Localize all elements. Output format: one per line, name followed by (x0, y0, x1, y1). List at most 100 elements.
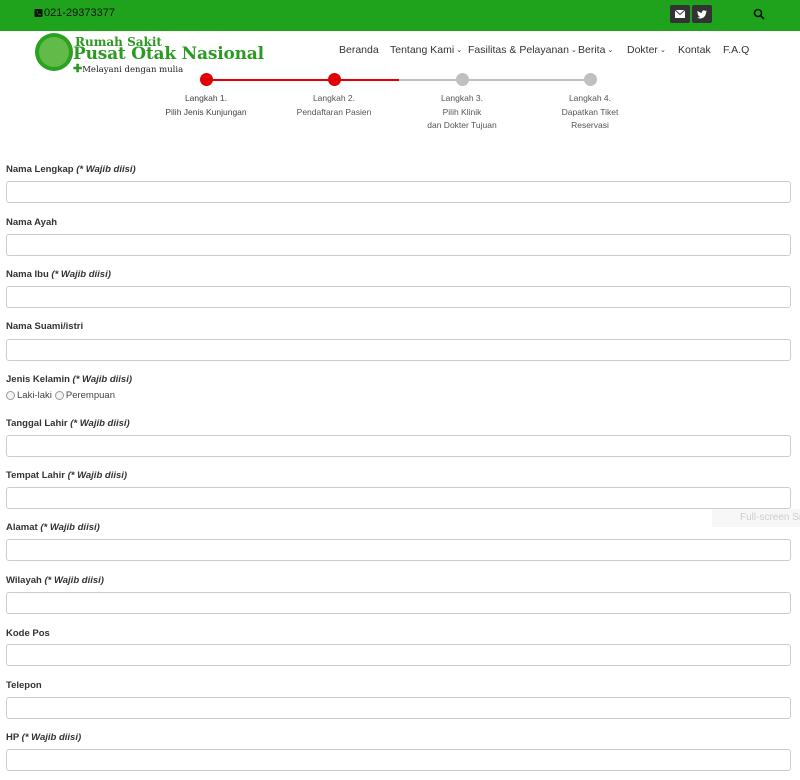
nav-label: Tentang Kami (390, 44, 455, 56)
step-1-desc: Pilih Jenis Kunjungan (165, 106, 247, 117)
radio-circle-icon[interactable] (6, 391, 15, 400)
radio-laki-laki[interactable]: Laki-laki (6, 390, 52, 401)
fullscreen-overlay[interactable]: Full-screen Sn (712, 509, 800, 527)
nav-dokter[interactable]: Dokter ⌄ (627, 44, 666, 56)
telepon-label: Telepon (6, 680, 42, 691)
required-note: (* Wajib diisi) (67, 470, 128, 481)
hp-input[interactable] (6, 749, 791, 771)
tempat-lahir-input[interactable] (6, 487, 791, 509)
required-note: (* Wajib diisi) (21, 732, 82, 743)
nama-ayah-label: Nama Ayah (6, 217, 57, 228)
chevron-down-icon: ⌄ (456, 47, 463, 54)
step-4-title: Langkah 4. (568, 93, 612, 103)
brain-logo-icon (35, 33, 73, 71)
jenis-kelamin-label: Jenis Kelamin (* Wajib diisi) (6, 374, 132, 385)
required-note: (* Wajib diisi) (76, 164, 136, 175)
tempat-lahir-label: Tempat Lahir (* Wajib diisi) (6, 470, 127, 481)
step-3-label: Langkah 3. Pilih Klinik dan Dokter Tujuan (402, 92, 522, 133)
step-4-dot (584, 73, 597, 86)
nav-tentang-kami[interactable]: Tentang Kami ⌄ (390, 44, 462, 56)
label-text: HP (6, 732, 20, 743)
nav-label: Beranda (339, 44, 379, 56)
step-3-desc2: dan Dokter Tujuan (427, 120, 497, 130)
search-icon[interactable] (753, 8, 765, 20)
nav-kontak[interactable]: Kontak (678, 44, 711, 56)
label-text: Tempat Lahir (6, 470, 65, 481)
step-2-desc: Pendaftaran Pasien (296, 106, 372, 117)
tanggal-lahir-input[interactable] (6, 435, 791, 457)
step-2-title: Langkah 2. (312, 93, 356, 103)
nav-berita[interactable]: Berita ⌄ (578, 44, 613, 56)
nama-ibu-label: Nama Ibu (* Wajib diisi) (6, 269, 111, 280)
nama-suami-input[interactable] (6, 339, 791, 361)
label-text: Kode Pos (6, 628, 50, 639)
nama-ibu-input[interactable] (6, 286, 791, 308)
wilayah-input[interactable] (6, 592, 791, 614)
alamat-input[interactable] (6, 539, 791, 561)
step-3-title: Langkah 3. (440, 93, 484, 103)
tagline-text: Melayani dengan mulia (82, 65, 184, 75)
gender-radio-group: Laki-laki Perempuan (6, 390, 118, 401)
nav-label: Dokter (627, 44, 658, 56)
top-bar: 021-29373377 (0, 0, 800, 31)
required-note: (* Wajib diisi) (72, 374, 132, 385)
step-4-desc: Dapatkan Tiket (561, 106, 619, 117)
label-text: Nama Ayah (6, 217, 58, 228)
label-text: Nama Suami/istri (6, 321, 84, 332)
hp-label: HP (* Wajib diisi) (6, 732, 81, 743)
label-text: Jenis Kelamin (6, 374, 70, 385)
phone-icon (34, 8, 43, 18)
nav-label: F.A.Q (723, 44, 750, 56)
alamat-label: Alamat (* Wajib diisi) (6, 522, 100, 533)
nama-suami-label: Nama Suami/istri (6, 321, 83, 332)
chevron-down-icon: ⌄ (659, 47, 666, 54)
nav-label: Kontak (678, 44, 711, 56)
chevron-down-icon: ⌄ (570, 47, 577, 54)
logo-tagline: ✚Melayani dengan mulia (73, 62, 183, 75)
kode-pos-label: Kode Pos (6, 628, 50, 639)
nav-label: Berita (578, 44, 606, 56)
envelope-icon (675, 10, 685, 18)
email-button[interactable] (670, 5, 690, 23)
required-note: (* Wajib diisi) (44, 575, 104, 586)
step-4-label: Langkah 4. Dapatkan Tiket Reservasi (530, 92, 650, 133)
step-2-dot (328, 73, 341, 86)
chevron-down-icon: ⌄ (607, 47, 614, 54)
label-text: Nama Ibu (6, 269, 49, 280)
label-text: Tanggal Lahir (6, 418, 68, 429)
step-1-title: Langkah 1. (184, 93, 228, 103)
label-text: Telepon (6, 680, 42, 691)
radio-label: Perempuan (65, 390, 115, 401)
plus-icon: ✚ (73, 62, 83, 75)
kode-pos-input[interactable] (6, 644, 791, 666)
nav-label: Fasilitas & Pelayanan (468, 44, 569, 56)
label-text: Alamat (6, 522, 38, 533)
step-4-desc2: Reservasi (571, 120, 609, 130)
phone-number: 021-29373377 (44, 7, 115, 19)
label-text: Nama Lengkap (6, 164, 74, 175)
tanggal-lahir-label: Tanggal Lahir (* Wajib diisi) (6, 418, 130, 429)
nama-lengkap-input[interactable] (6, 181, 791, 203)
nav-fasilitas[interactable]: Fasilitas & Pelayanan ⌄ (468, 44, 577, 56)
nav-beranda[interactable]: Beranda (339, 44, 379, 56)
nav-faq[interactable]: F.A.Q (723, 44, 749, 56)
step-1-label: Langkah 1. Pilih Jenis Kunjungan (146, 92, 266, 119)
radio-perempuan[interactable]: Perempuan (54, 390, 115, 401)
radio-circle-icon[interactable] (54, 391, 64, 400)
hospital-logo[interactable]: Rumah Sakit Pusat Otak Nasional ✚Melayan… (35, 33, 264, 75)
step-connector-completed (206, 79, 399, 81)
telepon-input[interactable] (6, 697, 791, 719)
nama-lengkap-label: Nama Lengkap (* Wajib diisi) (6, 164, 136, 175)
required-note: (* Wajib diisi) (40, 522, 100, 533)
twitter-button[interactable] (692, 5, 712, 23)
step-3-desc: Pilih Klinik (442, 106, 482, 117)
radio-label: Laki-laki (17, 390, 52, 401)
twitter-icon (697, 9, 707, 18)
step-2-label: Langkah 2. Pendaftaran Pasien (274, 92, 394, 119)
step-3-dot (456, 73, 469, 86)
step-connector-pending (399, 79, 590, 81)
nama-ayah-input[interactable] (6, 234, 791, 256)
label-text: Wilayah (6, 575, 42, 586)
wilayah-label: Wilayah (* Wajib diisi) (6, 575, 104, 586)
phone-contact[interactable]: 021-29373377 (34, 7, 115, 19)
